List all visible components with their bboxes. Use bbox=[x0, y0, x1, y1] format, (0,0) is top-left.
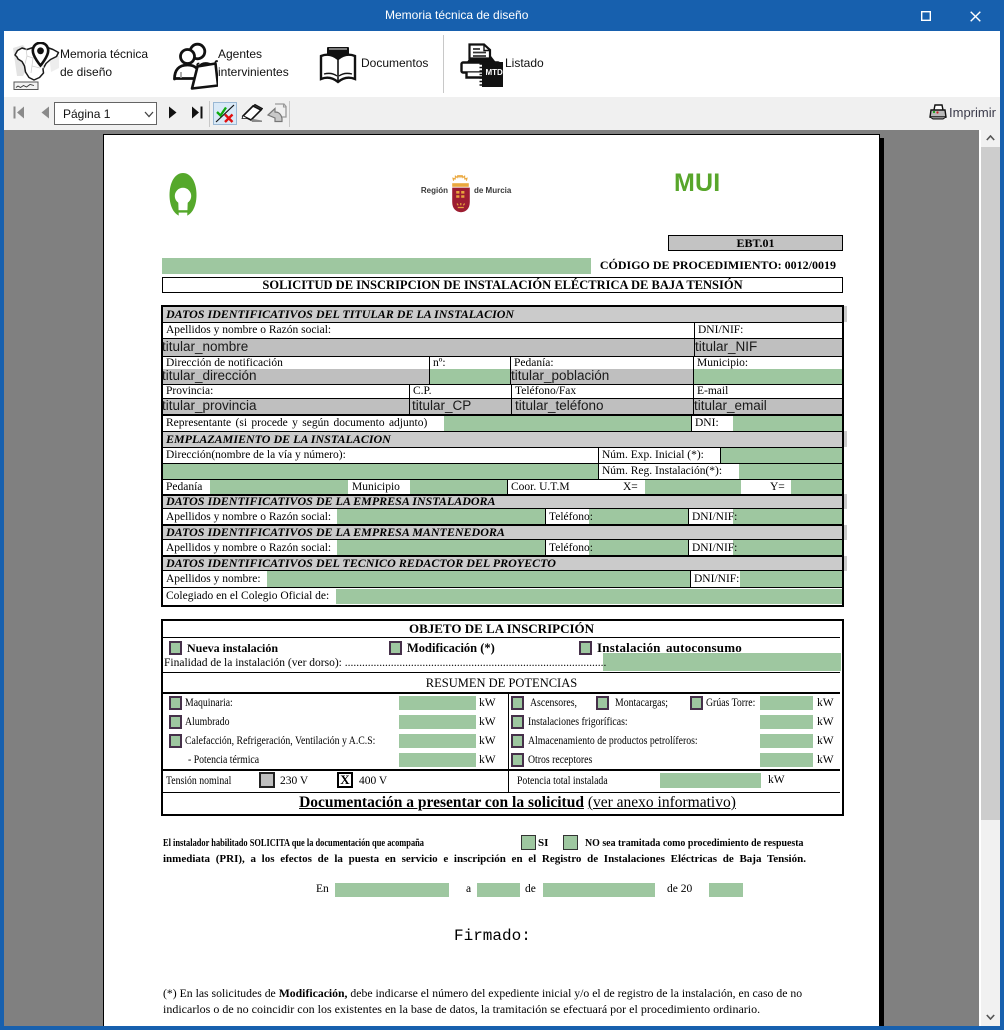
svg-text:MTD: MTD bbox=[486, 68, 504, 77]
